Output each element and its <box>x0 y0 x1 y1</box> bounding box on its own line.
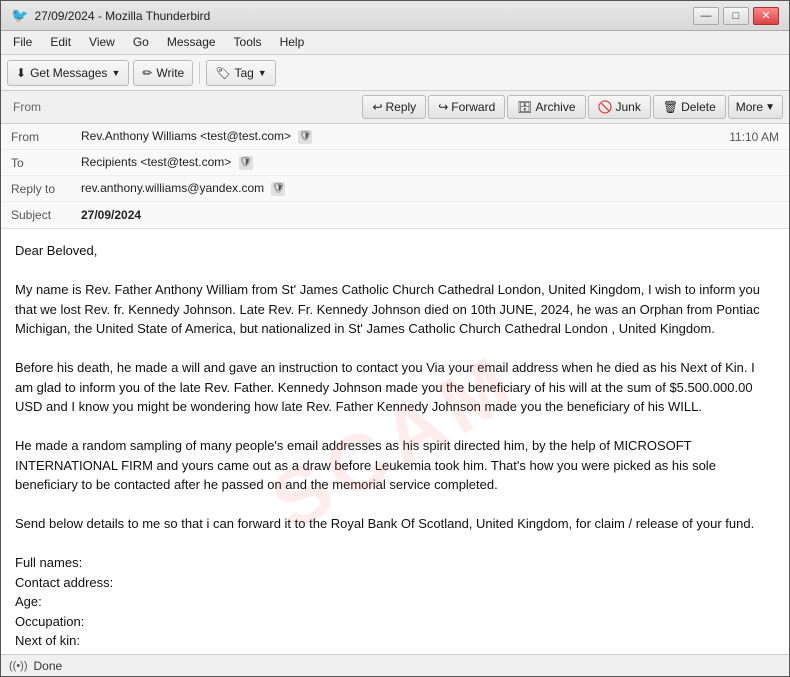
to-security-icon: 🛡 <box>239 156 253 170</box>
get-messages-button[interactable]: ⬇ Get Messages ▼ <box>7 60 129 86</box>
write-icon: ✏ <box>142 66 152 80</box>
subject-value: 27/09/2024 <box>81 208 779 222</box>
main-window: 🐦 27/09/2024 - Mozilla Thunderbird — □ ✕… <box>0 0 790 677</box>
from-security-icon: 🛡 <box>298 130 312 144</box>
get-messages-arrow-icon: ▼ <box>111 68 120 78</box>
junk-icon: 🚫 <box>598 100 613 114</box>
email-time: 11:10 AM <box>729 130 779 144</box>
toolbar: ⬇ Get Messages ▼ ✏ Write 🏷 Tag ▼ <box>1 55 789 91</box>
get-messages-label: Get Messages <box>30 66 107 80</box>
from-label: From <box>11 130 81 144</box>
menu-view[interactable]: View <box>81 33 123 52</box>
menu-go[interactable]: Go <box>125 33 157 52</box>
email-meta: From Rev.Anthony Williams <test@test.com… <box>1 124 789 228</box>
reply-label: Reply <box>386 100 417 114</box>
action-buttons-right: ↩ Reply ↪ Forward 🗄 Archive 🚫 Junk 🗑 <box>362 95 783 119</box>
close-button[interactable]: ✕ <box>753 7 779 25</box>
more-button[interactable]: More ▼ <box>728 95 783 119</box>
get-messages-icon: ⬇ <box>16 66 26 80</box>
app-icon: 🐦 <box>11 7 28 24</box>
write-button[interactable]: ✏ Write <box>133 60 193 86</box>
write-label: Write <box>156 66 184 80</box>
archive-label: Archive <box>536 100 576 114</box>
menu-bar: File Edit View Go Message Tools Help <box>1 31 789 55</box>
menu-message[interactable]: Message <box>159 33 224 52</box>
reply-to-row: Reply to rev.anthony.williams@yandex.com… <box>1 176 789 202</box>
status-bar: ((•)) Done <box>1 654 789 676</box>
title-bar-left: 🐦 27/09/2024 - Mozilla Thunderbird <box>11 7 210 24</box>
from-row: From Rev.Anthony Williams <test@test.com… <box>1 124 789 150</box>
menu-help[interactable]: Help <box>272 33 313 52</box>
email-header: From ↩ Reply ↪ Forward 🗄 Archive 🚫 Junk <box>1 91 789 229</box>
junk-label: Junk <box>615 100 640 114</box>
tag-arrow-icon: ▼ <box>258 68 267 78</box>
maximize-button[interactable]: □ <box>723 7 749 25</box>
tag-icon: 🏷 <box>215 66 230 80</box>
junk-button[interactable]: 🚫 Junk <box>588 95 651 119</box>
window-title: 27/09/2024 - Mozilla Thunderbird <box>34 9 210 23</box>
menu-file[interactable]: File <box>5 33 40 52</box>
archive-button[interactable]: 🗄 Archive <box>507 95 585 119</box>
forward-icon: ↪ <box>438 100 448 114</box>
toolbar-separator <box>199 62 200 84</box>
email-body: Dear Beloved,My name is Rev. Father Anth… <box>1 229 789 654</box>
from-value: Rev.Anthony Williams <test@test.com> 🛡 <box>81 129 729 144</box>
delete-button[interactable]: 🗑 Delete <box>653 95 726 119</box>
reply-to-security-icon: 🛡 <box>271 182 285 196</box>
more-arrow-icon: ▼ <box>765 102 775 113</box>
reply-button[interactable]: ↩ Reply <box>362 95 426 119</box>
status-text: Done <box>34 659 63 673</box>
reply-to-label: Reply to <box>11 182 81 196</box>
tag-label: Tag <box>234 66 253 80</box>
minimize-button[interactable]: — <box>693 7 719 25</box>
window-controls: — □ ✕ <box>693 7 779 25</box>
to-label: To <box>11 156 81 170</box>
more-label: More <box>736 100 763 114</box>
connection-icon: ((•)) <box>9 660 28 672</box>
subject-row: Subject 27/09/2024 <box>1 202 789 228</box>
archive-icon: 🗄 <box>517 100 532 114</box>
delete-label: Delete <box>681 100 716 114</box>
subject-label: Subject <box>11 208 81 222</box>
action-buttons-left: From <box>7 100 47 114</box>
title-bar: 🐦 27/09/2024 - Mozilla Thunderbird — □ ✕ <box>1 1 789 31</box>
menu-edit[interactable]: Edit <box>42 33 79 52</box>
forward-label: Forward <box>451 100 495 114</box>
reply-to-value: rev.anthony.williams@yandex.com 🛡 <box>81 181 779 196</box>
action-row: From ↩ Reply ↪ Forward 🗄 Archive 🚫 Junk <box>1 91 789 124</box>
to-value: Recipients <test@test.com> 🛡 <box>81 155 779 170</box>
tag-button[interactable]: 🏷 Tag ▼ <box>206 60 276 86</box>
menu-tools[interactable]: Tools <box>226 33 270 52</box>
from-label-inline: From <box>7 100 47 114</box>
reply-icon: ↩ <box>372 100 382 114</box>
forward-button[interactable]: ↪ Forward <box>428 95 505 119</box>
delete-icon: 🗑 <box>663 100 678 114</box>
to-row: To Recipients <test@test.com> 🛡 <box>1 150 789 176</box>
